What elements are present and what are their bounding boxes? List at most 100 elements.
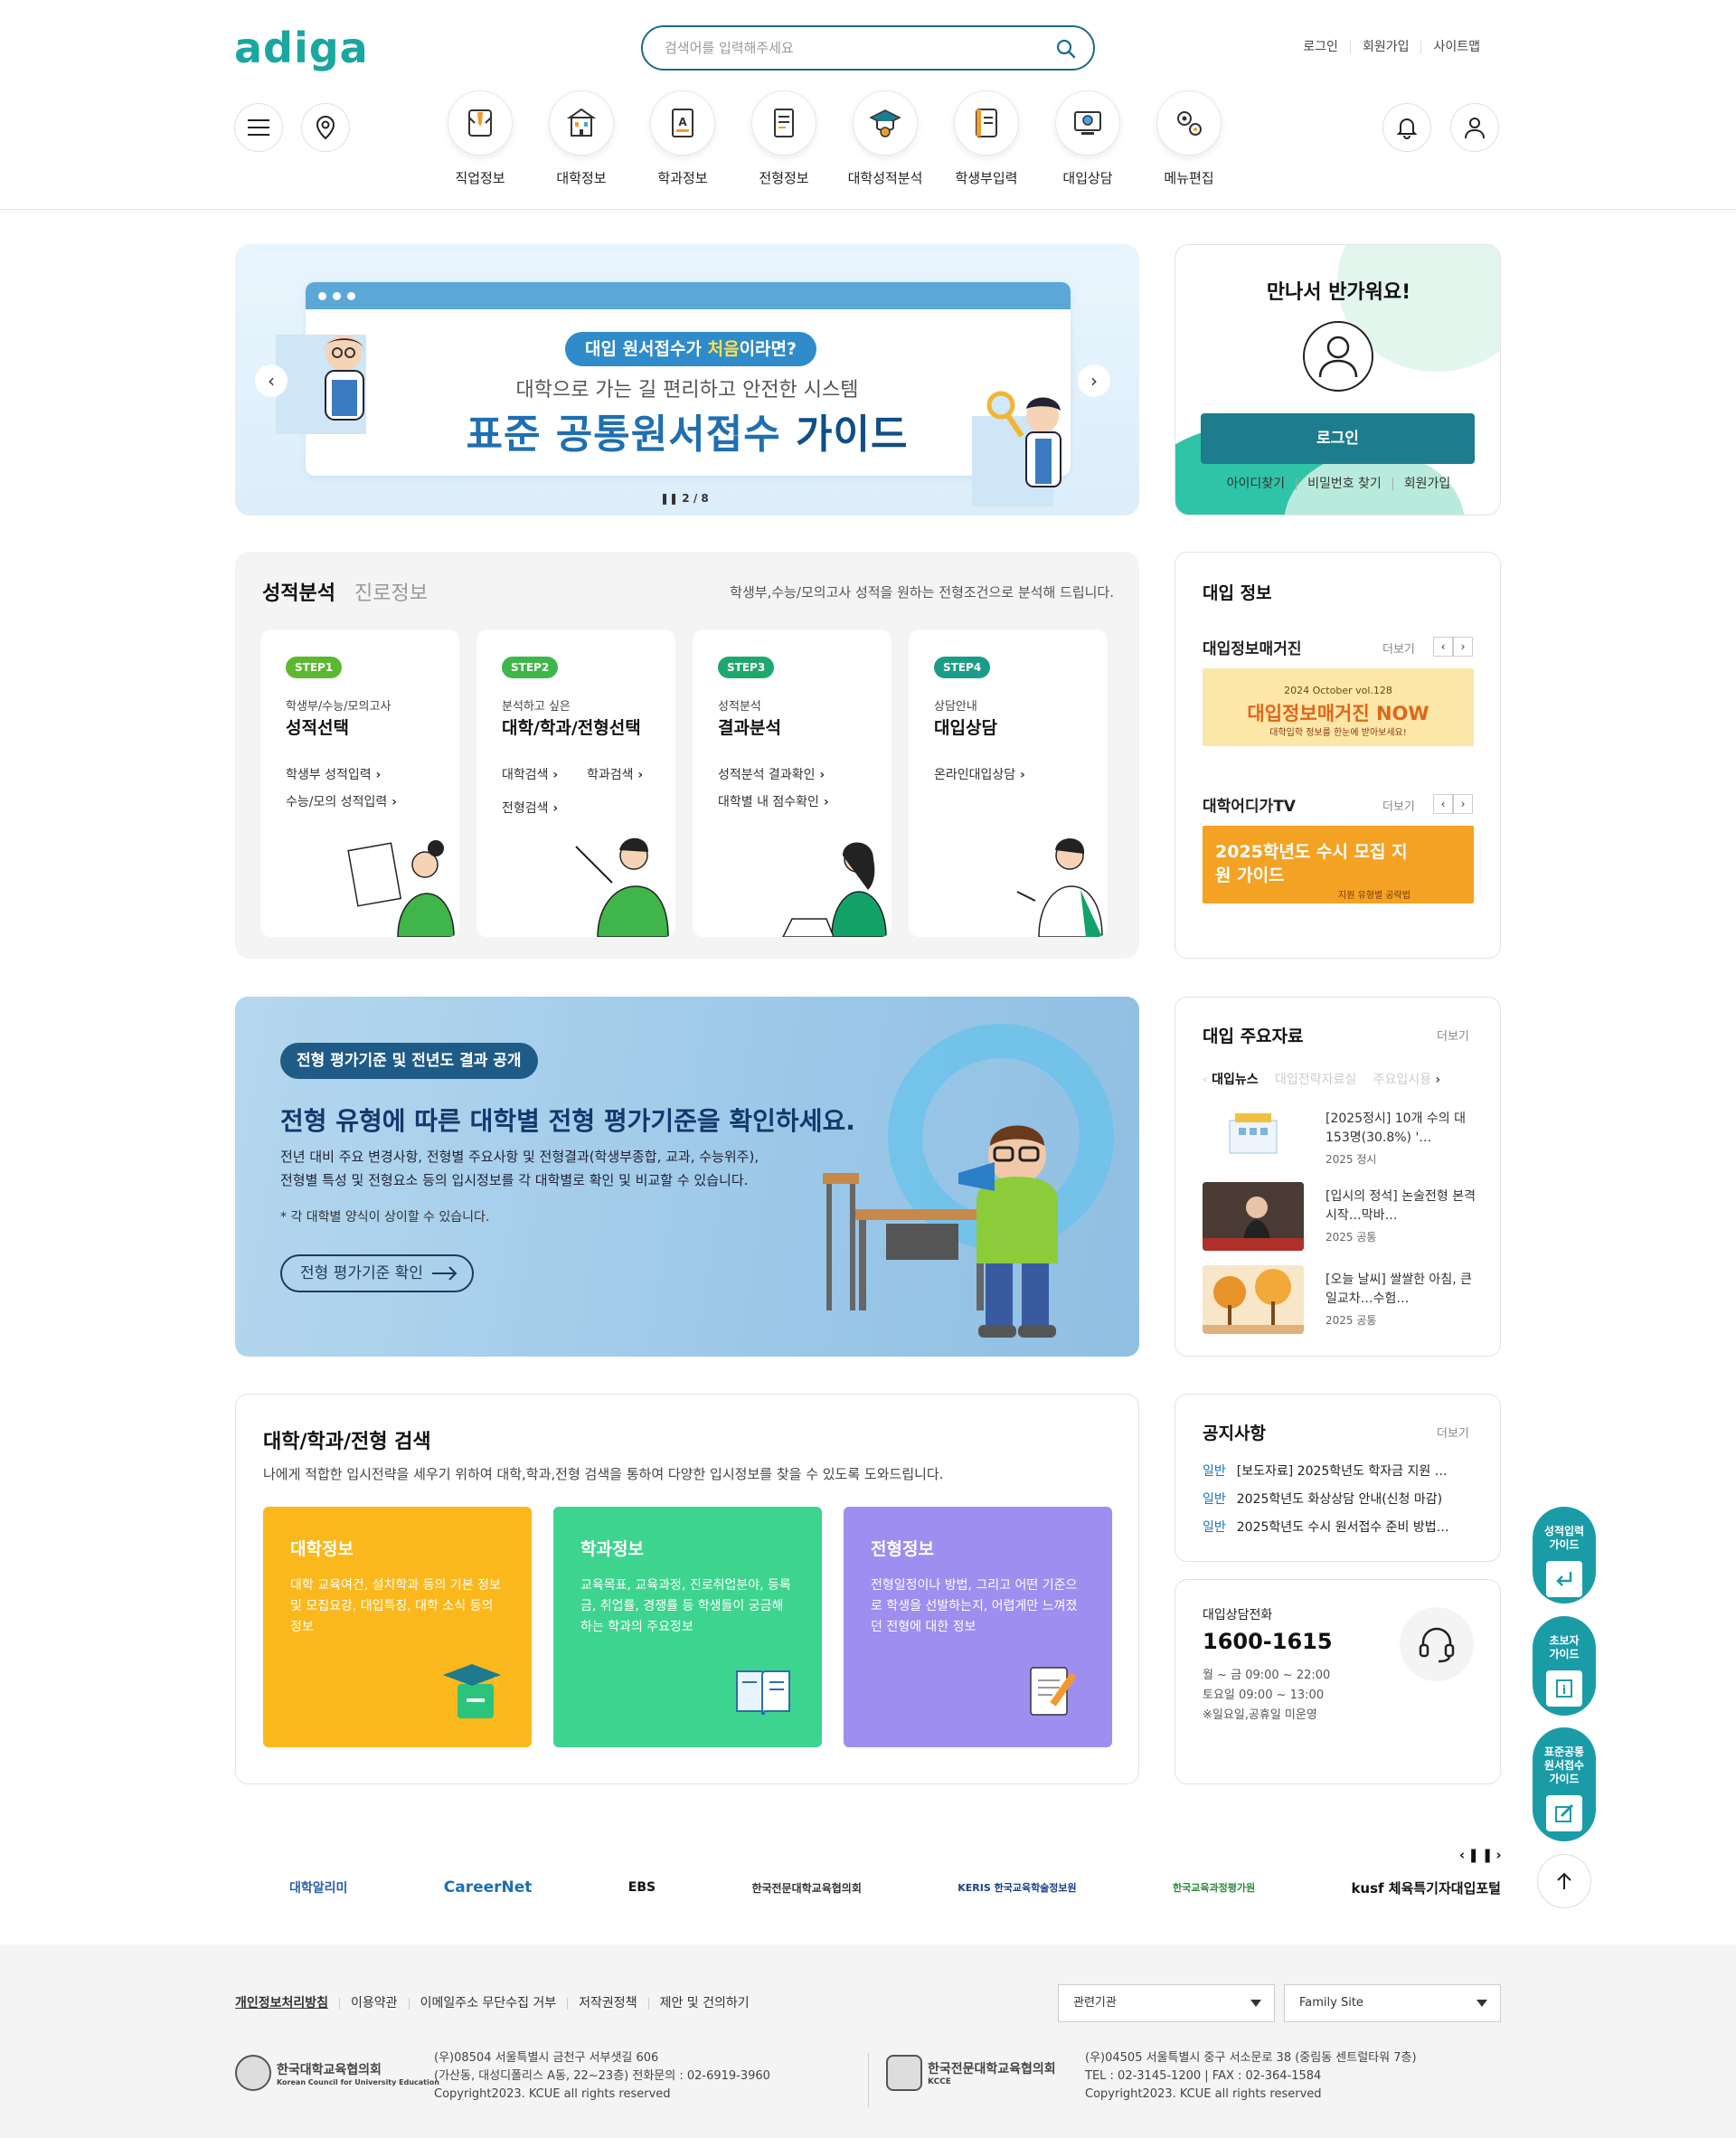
step-link[interactable]: 수능/모의 성적입력 bbox=[286, 792, 397, 810]
tab-strategy-materials[interactable]: 대입전략자료실 bbox=[1275, 1073, 1356, 1087]
location-button[interactable] bbox=[301, 103, 350, 152]
partner-logo[interactable]: 대학알리미 bbox=[289, 1878, 347, 1897]
signup-link[interactable]: 회원가입 bbox=[1349, 41, 1421, 53]
list-item[interactable]: 일반 2025학년도 수시 원서접수 준비 방법… bbox=[1203, 1518, 1474, 1546]
tab-key-admission[interactable]: 주요입시용 bbox=[1373, 1073, 1431, 1087]
tv-title: 대학어디가TV bbox=[1203, 798, 1296, 816]
magazine-more-link[interactable]: 더보기 bbox=[1382, 639, 1415, 657]
partner-logo[interactable]: kusf 체육특기자대입포털 bbox=[1351, 1878, 1501, 1897]
step-link[interactable]: 온라인대입상담 bbox=[934, 765, 1025, 783]
step-link[interactable]: 성적분석 결과확인 bbox=[718, 765, 825, 783]
search-section-description: 나에게 적합한 입시전략을 세우기 위하여 대학,학과,전형 검색을 통하여 다… bbox=[263, 1466, 944, 1482]
magazine-banner[interactable]: 2024 October vol.128 대입정보매거진 NOW 대학입학 정보… bbox=[1203, 668, 1474, 746]
partner-logo[interactable]: 한국전문대학교육협의회 bbox=[751, 1880, 861, 1896]
copyright-policy-link[interactable]: 저작권정책 bbox=[567, 1997, 647, 2010]
search-input[interactable] bbox=[665, 37, 1026, 59]
tab-grade-analysis[interactable]: 성적분석 bbox=[262, 582, 335, 605]
hero-pager[interactable]: ❚❚ 2 / 8 bbox=[660, 492, 709, 505]
partner-logo[interactable]: 한국교육과정평가원 bbox=[1173, 1880, 1255, 1895]
find-id-link[interactable]: 아이디찾기 bbox=[1216, 478, 1296, 490]
adiga-logo[interactable]: adiga bbox=[234, 24, 369, 72]
tab-admission-news[interactable]: 대입뉴스 bbox=[1212, 1073, 1259, 1087]
nav-grade-analysis[interactable]: 대학성적분석 bbox=[848, 90, 922, 187]
beginner-guide-button[interactable]: 초보자 가이드 i bbox=[1533, 1616, 1596, 1716]
privacy-policy-link[interactable]: 개인정보처리방침 bbox=[235, 1997, 339, 2010]
nav-university-info[interactable]: 대학정보 bbox=[549, 90, 614, 187]
nav-counseling[interactable]: 대입상담 bbox=[1055, 90, 1120, 187]
open-book-icon bbox=[736, 1670, 790, 1716]
step-badge: STEP1 bbox=[286, 657, 343, 678]
chevron-left-icon[interactable]: ‹ bbox=[1203, 1073, 1212, 1087]
list-item[interactable]: 일반 2025학년도 화상상담 안내(신청 마감) bbox=[1203, 1490, 1474, 1518]
hamburger-menu-button[interactable] bbox=[234, 103, 283, 152]
materials-more-link[interactable]: 더보기 bbox=[1437, 1026, 1469, 1044]
signup-link[interactable]: 회원가입 bbox=[1392, 478, 1462, 490]
location-pin-icon bbox=[316, 115, 335, 140]
magazine-title: 대입정보매거진 bbox=[1203, 640, 1302, 658]
email-refusal-link[interactable]: 이메일주소 무단수집 거부 bbox=[408, 1997, 568, 2010]
info-icon: i bbox=[1546, 1670, 1582, 1707]
terms-link[interactable]: 이용약관 bbox=[339, 1997, 409, 2010]
hero-subtitle: 대학으로 가는 길 편리하고 안전한 시스템 bbox=[515, 379, 859, 402]
evaluation-criteria-button[interactable]: 전형 평가기준 확인 bbox=[280, 1254, 474, 1292]
step-link[interactable]: 대학별 내 점수확인 bbox=[718, 792, 829, 810]
hero-pill: 대입 원서접수가 처음이라면? bbox=[565, 332, 817, 366]
list-item[interactable]: 일반 [보도자료] 2025학년도 학자금 지원 … bbox=[1203, 1462, 1474, 1490]
list-item[interactable]: [2025정시] 10개 수의 대 153명(30.8%) '… 2025 정시 bbox=[1203, 1104, 1483, 1173]
scroll-to-top-button[interactable] bbox=[1537, 1854, 1591, 1908]
login-link[interactable]: 로그인 bbox=[1291, 41, 1350, 53]
chevron-right-icon[interactable]: › bbox=[1453, 794, 1473, 814]
step-title: 성적선택 bbox=[286, 718, 349, 738]
login-button[interactable]: 로그인 bbox=[1201, 413, 1475, 464]
hero-carousel[interactable]: 대입 원서접수가 처음이라면? 대학으로 가는 길 편리하고 안전한 시스템 표… bbox=[235, 244, 1139, 516]
svg-text:A: A bbox=[678, 116, 687, 128]
step-link[interactable]: 대학검색 bbox=[502, 765, 558, 783]
notification-button[interactable] bbox=[1382, 103, 1431, 152]
notice-list: 일반 [보도자료] 2025학년도 학자금 지원 … 일반 2025학년도 화상상담… bbox=[1203, 1462, 1474, 1546]
pause-icon[interactable]: ❚❚ bbox=[660, 492, 682, 505]
nav-record-input[interactable]: 학생부입력 bbox=[954, 90, 1019, 187]
suggestion-link[interactable]: 제안 및 건의하기 bbox=[647, 1997, 760, 2010]
list-item[interactable]: [입시의 정석] 논술전형 본격 시작…막바… 2025 공통 bbox=[1203, 1182, 1483, 1251]
card-title: 대학정보 bbox=[290, 1539, 354, 1559]
tab-career-info[interactable]: 진로정보 bbox=[354, 582, 428, 605]
partner-logo[interactable]: EBS bbox=[628, 1880, 656, 1895]
notice-more-link[interactable]: 더보기 bbox=[1437, 1424, 1469, 1441]
nav-admission-type-info[interactable]: 전형정보 bbox=[751, 90, 816, 187]
partner-logo[interactable]: KERIS 한국교육학술정보원 bbox=[958, 1880, 1076, 1895]
family-site-select[interactable]: Family Site bbox=[1284, 1984, 1501, 2022]
login-panel: 만나서 반가워요! 로그인 아이디찾기 비밀번호 찾기 회원가입 bbox=[1175, 244, 1501, 516]
materials-title: 대입 주요자료 bbox=[1203, 1026, 1304, 1046]
tv-banner[interactable]: 2025학년도 수시 모집 지원 가이드 지원 유형별 공략법 bbox=[1203, 826, 1474, 903]
chevron-right-icon[interactable]: › bbox=[1436, 1073, 1441, 1087]
hero-prev-button[interactable]: ‹ bbox=[255, 364, 288, 397]
call-number[interactable]: 1600-1615 bbox=[1203, 1629, 1333, 1654]
major-info-card[interactable]: 학과정보 교육목표, 교육과정, 진로취업분야, 등록금, 취업률, 경쟁률 등… bbox=[553, 1507, 822, 1747]
nav-major-info[interactable]: A 학과정보 bbox=[650, 90, 715, 187]
login-greeting: 만나서 반가워요! bbox=[1266, 281, 1411, 304]
nav-menu-edit[interactable]: 메뉴편집 bbox=[1156, 90, 1222, 187]
grade-input-guide-button[interactable]: 성적입력 가이드 bbox=[1533, 1507, 1596, 1604]
university-info-card[interactable]: 대학정보 대학 교육여건, 설치학과 등의 기본 정보 및 모집요강, 대입특징… bbox=[263, 1507, 532, 1747]
common-application-guide-button[interactable]: 표준공통 원서접수 가이드 bbox=[1533, 1727, 1596, 1841]
step-link[interactable]: 전형검색 bbox=[502, 799, 558, 817]
admission-type-info-card[interactable]: 전형정보 전형일정이나 방법, 그리고 어떤 기준으로 학생을 선발하는지, 어… bbox=[844, 1507, 1112, 1747]
related-org-select[interactable]: 관련기관 bbox=[1058, 1984, 1275, 2022]
tv-more-link[interactable]: 더보기 bbox=[1382, 797, 1415, 814]
step-subtitle: 분석하고 싶은 bbox=[502, 700, 571, 714]
nav-job-info[interactable]: 직업정보 bbox=[448, 90, 513, 187]
partner-logo[interactable]: CareerNet bbox=[444, 1878, 533, 1897]
find-password-link[interactable]: 비밀번호 찾기 bbox=[1296, 478, 1392, 490]
chevron-right-icon[interactable]: › bbox=[1453, 637, 1473, 657]
chevron-left-icon[interactable]: ‹ bbox=[1433, 794, 1453, 814]
my-page-button[interactable] bbox=[1450, 103, 1499, 152]
hero-next-button[interactable]: › bbox=[1078, 364, 1110, 397]
chevron-left-icon[interactable]: ‹ bbox=[1433, 637, 1453, 657]
magazine-banner-main: 대입정보매거진 NOW bbox=[1247, 703, 1429, 724]
magazine-banner-top: 2024 October vol.128 bbox=[1284, 685, 1392, 696]
step-link[interactable]: 학생부 성적입력 bbox=[286, 765, 381, 783]
sitemap-link[interactable]: 사이트맵 bbox=[1420, 41, 1492, 53]
list-item[interactable]: [오늘 날씨] 쌀쌀한 아침, 큰 일교차…수험… 2025 공통 bbox=[1203, 1265, 1483, 1334]
step-link[interactable]: 학과검색 bbox=[587, 765, 643, 783]
search-icon[interactable] bbox=[1055, 38, 1077, 60]
